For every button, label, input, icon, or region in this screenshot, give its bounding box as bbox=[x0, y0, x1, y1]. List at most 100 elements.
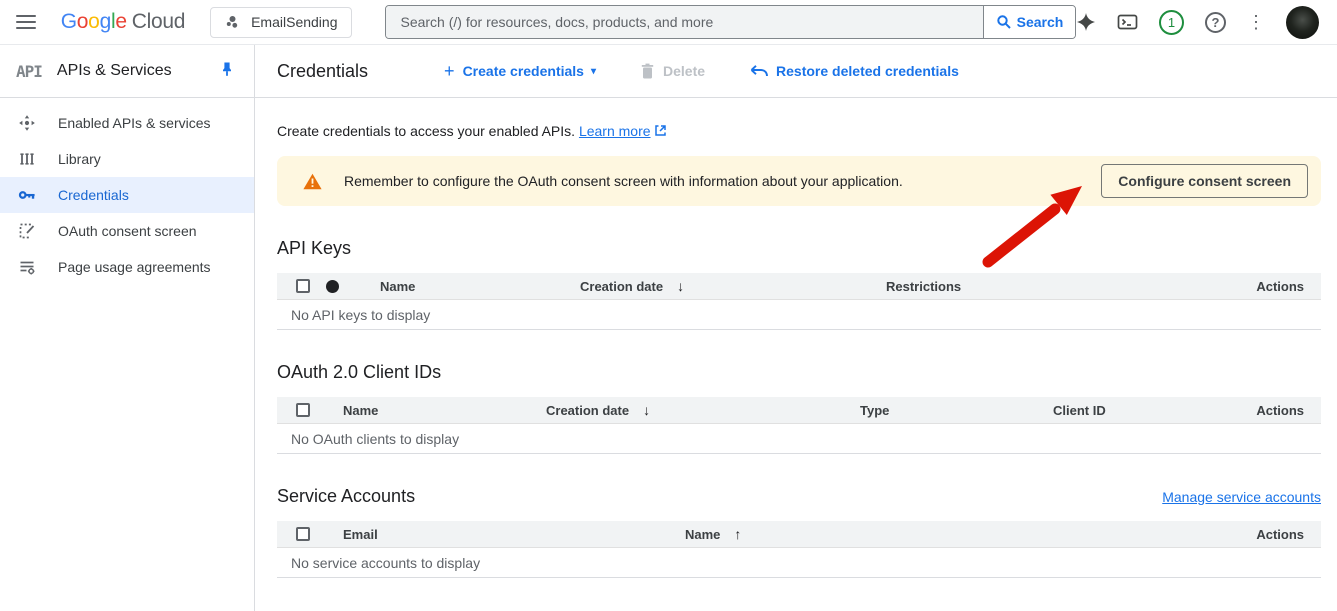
pin-icon[interactable] bbox=[218, 60, 236, 83]
sidebar-item-label: Enabled APIs & services bbox=[58, 115, 211, 131]
gemini-icon[interactable] bbox=[1076, 12, 1096, 32]
sidebar: API APIs & Services bbox=[0, 45, 255, 611]
search-button[interactable]: Search bbox=[983, 6, 1075, 38]
sidebar-item-credentials[interactable]: Credentials bbox=[0, 177, 254, 213]
header-cell: Name ↑ bbox=[685, 526, 1256, 542]
sidebar-item-library[interactable]: Library bbox=[0, 141, 254, 177]
intro-text: Create credentials to access your enable… bbox=[277, 123, 1321, 139]
page-usage-icon bbox=[18, 258, 36, 276]
undo-icon bbox=[749, 63, 768, 80]
column-header-type[interactable]: Type bbox=[860, 403, 889, 418]
sort-down-icon[interactable]: ↓ bbox=[677, 278, 684, 294]
delete-button[interactable]: Delete bbox=[640, 63, 705, 79]
checkbox-cell bbox=[296, 403, 343, 417]
configure-consent-screen-button[interactable]: Configure consent screen bbox=[1101, 164, 1308, 198]
plus-icon: + bbox=[444, 62, 455, 80]
api-keys-section: API Keys Name Creation date ↓ Restrictions A… bbox=[277, 238, 1321, 330]
cloud-wordmark: Cloud bbox=[132, 10, 185, 34]
banner-message: Remember to configure the OAuth consent … bbox=[344, 173, 903, 189]
column-header-client-id[interactable]: Client ID bbox=[1053, 403, 1106, 418]
select-all-checkbox[interactable] bbox=[296, 527, 310, 541]
learn-more-link[interactable]: Learn more bbox=[579, 123, 651, 139]
project-icon bbox=[225, 14, 241, 30]
google-logo-letters: Google bbox=[61, 10, 127, 34]
header-cell: Type bbox=[860, 403, 1053, 418]
sort-up-icon[interactable]: ↑ bbox=[734, 526, 741, 542]
checkbox-cell bbox=[296, 527, 343, 541]
section-title: Service Accounts bbox=[277, 486, 415, 507]
key-icon bbox=[18, 186, 36, 204]
empty-row: No service accounts to display bbox=[277, 548, 1321, 578]
table-header-row: Name Creation date ↓ Type Client ID Actions bbox=[277, 397, 1321, 424]
column-header-actions[interactable]: Actions bbox=[1256, 403, 1304, 418]
oauth-consent-icon bbox=[18, 222, 36, 240]
search-input[interactable] bbox=[386, 6, 983, 38]
sidebar-item-page-usage[interactable]: Page usage agreements bbox=[0, 249, 254, 285]
menu-icon[interactable] bbox=[16, 15, 36, 29]
avatar[interactable] bbox=[1286, 6, 1319, 39]
column-header-creation-date[interactable]: Creation date bbox=[546, 403, 629, 418]
column-header-restrictions[interactable]: Restrictions bbox=[886, 279, 961, 294]
enabled-apis-icon bbox=[18, 114, 36, 132]
section-title: OAuth 2.0 Client IDs bbox=[277, 362, 441, 383]
delete-label: Delete bbox=[663, 63, 705, 79]
search-icon bbox=[996, 14, 1012, 30]
table-header-row: Email Name ↑ Actions bbox=[277, 521, 1321, 548]
sort-down-icon[interactable]: ↓ bbox=[643, 402, 650, 418]
notifications-badge[interactable]: 1 bbox=[1159, 10, 1184, 35]
sidebar-item-enabled-apis[interactable]: Enabled APIs & services bbox=[0, 105, 254, 141]
library-icon bbox=[18, 150, 36, 168]
global-search: Search bbox=[385, 5, 1076, 39]
api-keys-table: Name Creation date ↓ Restrictions Actions No… bbox=[277, 273, 1321, 330]
select-all-checkbox[interactable] bbox=[296, 403, 310, 417]
header-cell: Name bbox=[380, 279, 580, 294]
header-cell: Creation date ↓ bbox=[546, 402, 860, 418]
column-header-email[interactable]: Email bbox=[343, 527, 378, 542]
manage-service-accounts-link[interactable]: Manage service accounts bbox=[1162, 489, 1321, 505]
api-product-icon: API bbox=[16, 62, 42, 81]
column-header-name[interactable]: Name bbox=[343, 403, 378, 418]
select-all-checkbox[interactable] bbox=[296, 279, 310, 293]
header-cell: Email bbox=[343, 527, 685, 542]
header-cell: Restrictions bbox=[886, 279, 1256, 294]
warning-banner: Remember to configure the OAuth consent … bbox=[277, 156, 1321, 206]
empty-row: No API keys to display bbox=[277, 300, 1321, 330]
sidebar-item-label: Page usage agreements bbox=[58, 259, 211, 275]
header-cell: Client ID bbox=[1053, 403, 1256, 418]
column-header-name[interactable]: Name bbox=[685, 527, 720, 542]
restore-label: Restore deleted credentials bbox=[776, 63, 959, 79]
sidebar-item-label: Library bbox=[58, 151, 101, 167]
trash-icon bbox=[640, 63, 655, 79]
column-header-name[interactable]: Name bbox=[380, 279, 415, 294]
column-header-actions[interactable]: Actions bbox=[1256, 279, 1304, 294]
restore-deleted-credentials-button[interactable]: Restore deleted credentials bbox=[749, 63, 959, 80]
header-cell: Name bbox=[343, 403, 546, 418]
sidebar-item-label: OAuth consent screen bbox=[58, 223, 197, 239]
header-cell: Creation date ↓ bbox=[580, 278, 886, 294]
service-accounts-section: Service Accounts Manage service accounts… bbox=[277, 486, 1321, 578]
google-cloud-logo: Google Cloud bbox=[61, 10, 185, 34]
column-header-creation-date[interactable]: Creation date bbox=[580, 279, 663, 294]
page-toolbar: Credentials + Create credentials ▾ Delet… bbox=[255, 45, 1337, 98]
header-cell: Actions bbox=[1256, 527, 1304, 542]
column-header-actions[interactable]: Actions bbox=[1256, 527, 1304, 542]
external-link-icon bbox=[654, 124, 667, 137]
sidebar-title: APIs & Services bbox=[57, 62, 172, 80]
header-cell: Actions bbox=[1256, 403, 1304, 418]
sidebar-header: API APIs & Services bbox=[0, 45, 254, 98]
help-icon[interactable]: ? bbox=[1205, 12, 1226, 33]
project-selector[interactable]: EmailSending bbox=[210, 7, 352, 38]
notification-count: 1 bbox=[1168, 15, 1175, 30]
oauth-clients-table: Name Creation date ↓ Type Client ID Actions N… bbox=[277, 397, 1321, 454]
sidebar-item-oauth-consent[interactable]: OAuth consent screen bbox=[0, 213, 254, 249]
sidebar-item-label: Credentials bbox=[58, 187, 129, 203]
cloud-shell-icon[interactable] bbox=[1117, 12, 1138, 32]
more-options-icon[interactable]: ⋮ bbox=[1247, 13, 1265, 31]
section-title: API Keys bbox=[277, 238, 351, 259]
service-accounts-table: Email Name ↑ Actions No service accounts to… bbox=[277, 521, 1321, 578]
app-header: Google Cloud EmailSending Search bbox=[0, 0, 1337, 45]
project-name: EmailSending bbox=[251, 14, 337, 30]
header-cell: Actions bbox=[1256, 279, 1304, 294]
status-column bbox=[326, 280, 380, 293]
create-credentials-button[interactable]: + Create credentials ▾ bbox=[444, 62, 596, 80]
